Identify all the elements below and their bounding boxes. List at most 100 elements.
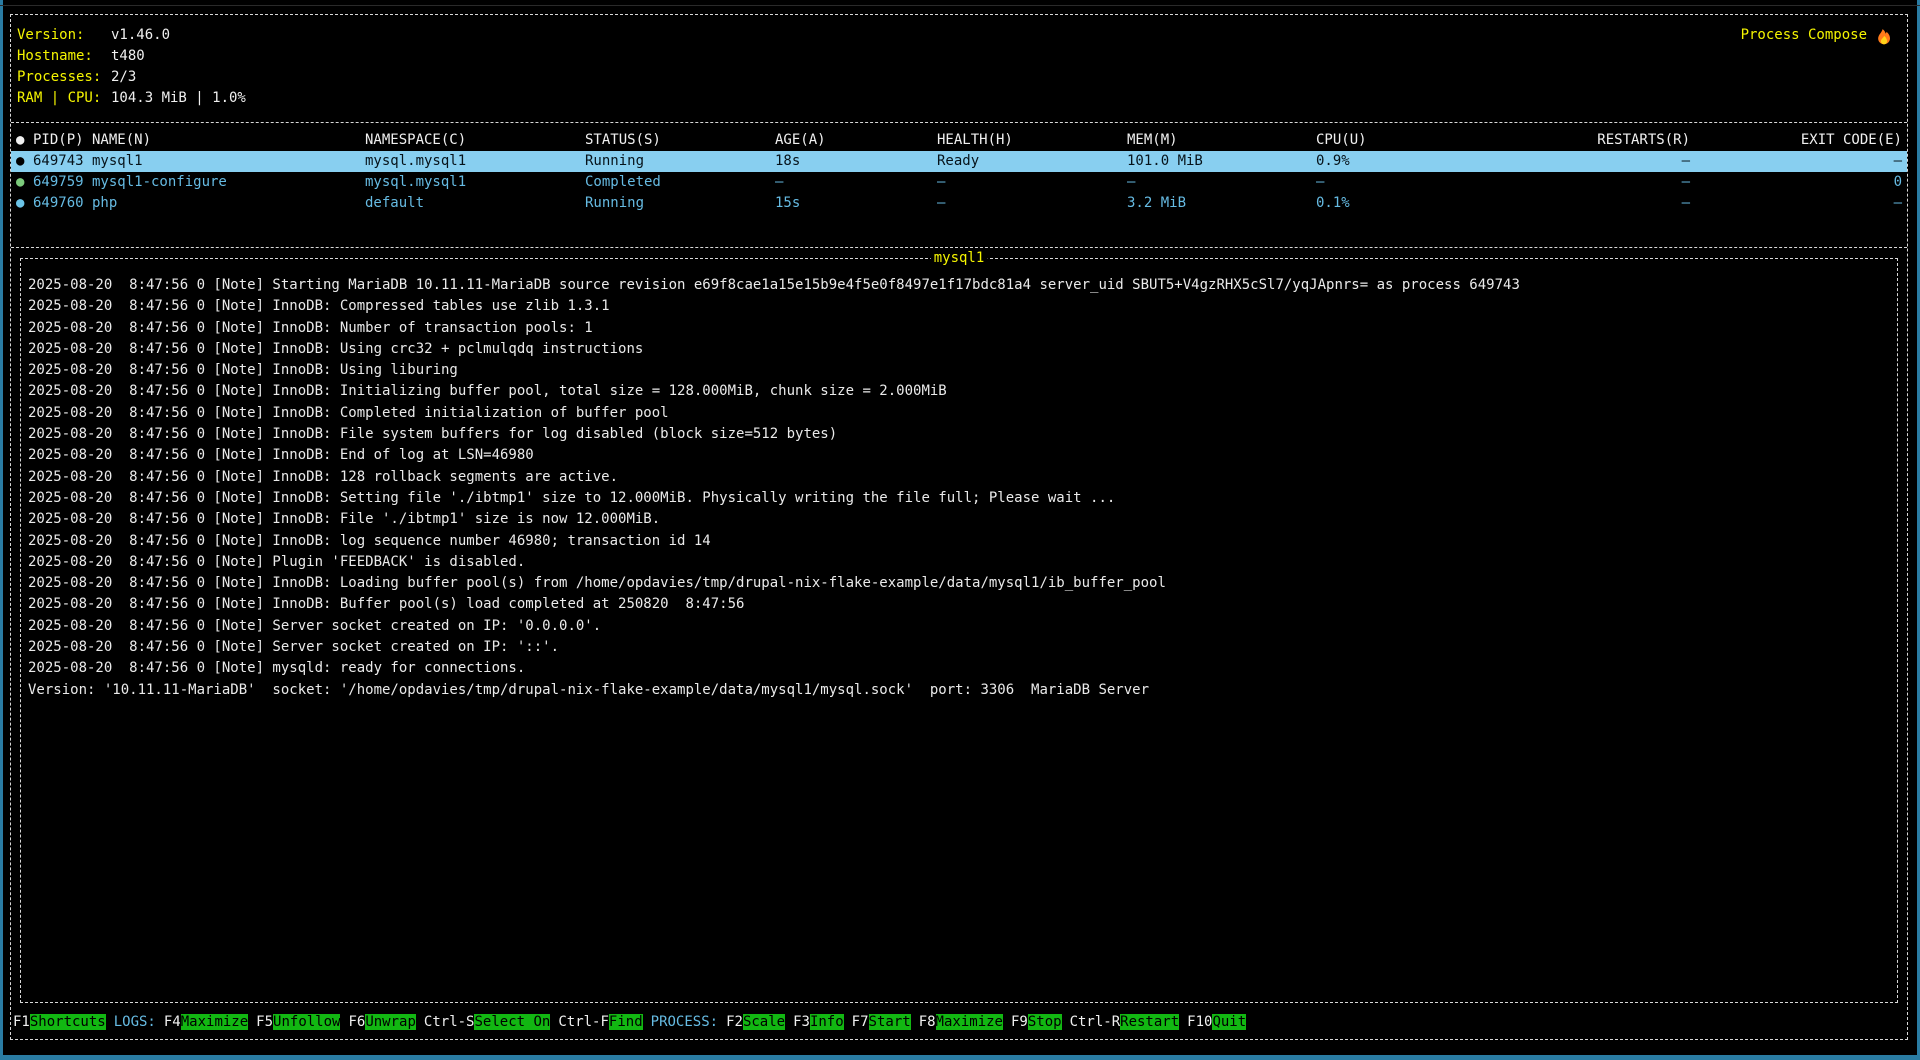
process-status-icon: ● bbox=[16, 193, 24, 214]
flame-icon bbox=[1875, 27, 1893, 45]
log-line: Version: '10.11.11-MariaDB' socket: '/ho… bbox=[28, 680, 1894, 701]
log-line: 2025-08-20 8:47:56 0 [Note] InnoDB: Numb… bbox=[28, 318, 1894, 339]
table-cell: Ready bbox=[937, 151, 979, 172]
table-cell: default bbox=[365, 193, 424, 214]
header-info-label: Processes: bbox=[17, 67, 111, 88]
table-cell: – bbox=[1450, 172, 1690, 193]
window-edge-bottom bbox=[0, 1055, 1920, 1060]
shortcut-label: Start bbox=[869, 1014, 911, 1030]
shortcut-f2[interactable]: F2Scale bbox=[726, 1012, 785, 1033]
shortcut-f4[interactable]: F4Maximize bbox=[164, 1012, 248, 1033]
shortcut-label: Restart bbox=[1120, 1014, 1179, 1030]
shortcut-f3[interactable]: F3Info bbox=[793, 1012, 844, 1033]
shortcut-f9[interactable]: F9Stop bbox=[1011, 1012, 1062, 1033]
shortcut-label: Stop bbox=[1028, 1014, 1062, 1030]
shortcut-label: Quit bbox=[1212, 1014, 1246, 1030]
window-edge-top bbox=[0, 5, 1920, 6]
shortcut-f6[interactable]: F6Unwrap bbox=[348, 1012, 415, 1033]
table-cell: – bbox=[1450, 151, 1690, 172]
header-info-row: Version:v1.46.0 bbox=[17, 25, 170, 46]
log-line: 2025-08-20 8:47:56 0 [Note] InnoDB: log … bbox=[28, 531, 1894, 552]
log-line: 2025-08-20 8:47:56 0 [Note] mysqld: read… bbox=[28, 658, 1894, 679]
shortcut-f8[interactable]: F8Maximize bbox=[919, 1012, 1003, 1033]
table-cell: – bbox=[1450, 193, 1690, 214]
table-cell: – bbox=[1127, 172, 1135, 193]
shortcut-key: F5 bbox=[256, 1014, 273, 1030]
shortcut-key: F9 bbox=[1011, 1014, 1028, 1030]
table-cell: – bbox=[1702, 193, 1902, 214]
table-cell: – bbox=[775, 172, 783, 193]
table-cell: mysql1-configure bbox=[92, 172, 227, 193]
col-header-status: STATUS(S) bbox=[585, 130, 661, 151]
table-cell: 101.0 MiB bbox=[1127, 151, 1203, 172]
col-header-restarts: RESTARTS(R) bbox=[1450, 130, 1690, 151]
table-cell: 649759 bbox=[33, 172, 84, 193]
app-title-text: Process Compose bbox=[1741, 25, 1867, 46]
shortcut-label: Select On bbox=[474, 1014, 550, 1030]
shortcut-key: F2 bbox=[726, 1014, 743, 1030]
col-header-health: HEALTH(H) bbox=[937, 130, 1013, 151]
shortcut-f5[interactable]: F5Unfollow bbox=[256, 1012, 340, 1033]
table-row-mysql1[interactable]: ●649743mysql1mysql.mysql1Running18sReady… bbox=[11, 151, 1907, 172]
shortcut-bar: F1ShortcutsLOGS:F4MaximizeF5UnfollowF6Un… bbox=[13, 1012, 1254, 1033]
table-cell: – bbox=[1316, 172, 1324, 193]
shortcut-label: Find bbox=[609, 1014, 643, 1030]
shortcut-label: Unwrap bbox=[365, 1014, 416, 1030]
header-info-row: RAM | CPU:104.3 MiB | 1.0% bbox=[17, 88, 246, 109]
shortcut-key: F10 bbox=[1187, 1014, 1212, 1030]
header-info-label: Version: bbox=[17, 25, 111, 46]
shortcut-f7[interactable]: F7Start bbox=[852, 1012, 911, 1033]
shortcut-label: Unfollow bbox=[273, 1014, 340, 1030]
table-cell: mysql.mysql1 bbox=[365, 151, 466, 172]
table-cell: Running bbox=[585, 193, 644, 214]
shortcut-label: Scale bbox=[743, 1014, 785, 1030]
shortcut-f10[interactable]: F10Quit bbox=[1187, 1012, 1246, 1033]
process-compose-app: Version:v1.46.0Hostname:t480Processes:2/… bbox=[10, 14, 1908, 1040]
shortcut-key: F8 bbox=[919, 1014, 936, 1030]
log-line: 2025-08-20 8:47:56 0 [Note] Server socke… bbox=[28, 616, 1894, 637]
shortcut-ctrl-r[interactable]: Ctrl-RRestart bbox=[1070, 1012, 1180, 1033]
shortcut-ctrl-s[interactable]: Ctrl-SSelect On bbox=[424, 1012, 550, 1033]
log-line: 2025-08-20 8:47:56 0 [Note] Server socke… bbox=[28, 637, 1894, 658]
table-top-divider bbox=[11, 122, 1907, 123]
process-status-icon: ● bbox=[16, 151, 24, 172]
table-cell: 3.2 MiB bbox=[1127, 193, 1186, 214]
log-line: 2025-08-20 8:47:56 0 [Note] InnoDB: Usin… bbox=[28, 339, 1894, 360]
shortcut-label: Info bbox=[810, 1014, 844, 1030]
shortcut-section-logs: LOGS: bbox=[114, 1012, 156, 1033]
shortcut-section-process: PROCESS: bbox=[651, 1012, 718, 1033]
table-cell: 15s bbox=[775, 193, 800, 214]
log-line: 2025-08-20 8:47:56 0 [Note] InnoDB: Buff… bbox=[28, 594, 1894, 615]
table-cell: – bbox=[1702, 151, 1902, 172]
shortcut-key: F6 bbox=[348, 1014, 365, 1030]
log-panel[interactable]: mysql1 2025-08-20 8:47:56 0 [Note] Start… bbox=[20, 258, 1898, 1003]
table-cell: – bbox=[937, 193, 945, 214]
table-row-mysql1-configure[interactable]: ●649759mysql1-configuremysql.mysql1Compl… bbox=[11, 172, 1907, 193]
table-cell: mysql1 bbox=[92, 151, 143, 172]
table-cell: 649743 bbox=[33, 151, 84, 172]
shortcut-label: Maximize bbox=[181, 1014, 248, 1030]
log-line: 2025-08-20 8:47:56 0 [Note] InnoDB: 128 … bbox=[28, 467, 1894, 488]
col-header-age: AGE(A) bbox=[775, 130, 826, 151]
log-line: 2025-08-20 8:47:56 0 [Note] InnoDB: Init… bbox=[28, 381, 1894, 402]
log-line: 2025-08-20 8:47:56 0 [Note] InnoDB: Sett… bbox=[28, 488, 1894, 509]
table-cell: 0 bbox=[1702, 172, 1902, 193]
header-info-value: 2/3 bbox=[111, 69, 136, 85]
header-info-value: t480 bbox=[111, 48, 145, 64]
header-info-value: v1.46.0 bbox=[111, 27, 170, 43]
shortcut-key: Ctrl-S bbox=[424, 1014, 475, 1030]
table-cell: 649760 bbox=[33, 193, 84, 214]
shortcut-key: F7 bbox=[852, 1014, 869, 1030]
col-header-namespace: NAMESPACE(C) bbox=[365, 130, 466, 151]
header-info-row: Processes:2/3 bbox=[17, 67, 136, 88]
shortcut-key: F4 bbox=[164, 1014, 181, 1030]
shortcut-ctrl-f[interactable]: Ctrl-FFind bbox=[558, 1012, 642, 1033]
log-line: 2025-08-20 8:47:56 0 [Note] InnoDB: Comp… bbox=[28, 296, 1894, 317]
table-cell: 0.1% bbox=[1316, 193, 1350, 214]
log-line: 2025-08-20 8:47:56 0 [Note] InnoDB: Load… bbox=[28, 573, 1894, 594]
table-row-php[interactable]: ●649760phpdefaultRunning15s–3.2 MiB0.1%–… bbox=[11, 193, 1907, 214]
table-cell: 18s bbox=[775, 151, 800, 172]
header-info-label: Hostname: bbox=[17, 46, 111, 67]
shortcut-f1[interactable]: F1Shortcuts bbox=[13, 1012, 106, 1033]
header-bullet-icon: ● bbox=[16, 130, 24, 151]
